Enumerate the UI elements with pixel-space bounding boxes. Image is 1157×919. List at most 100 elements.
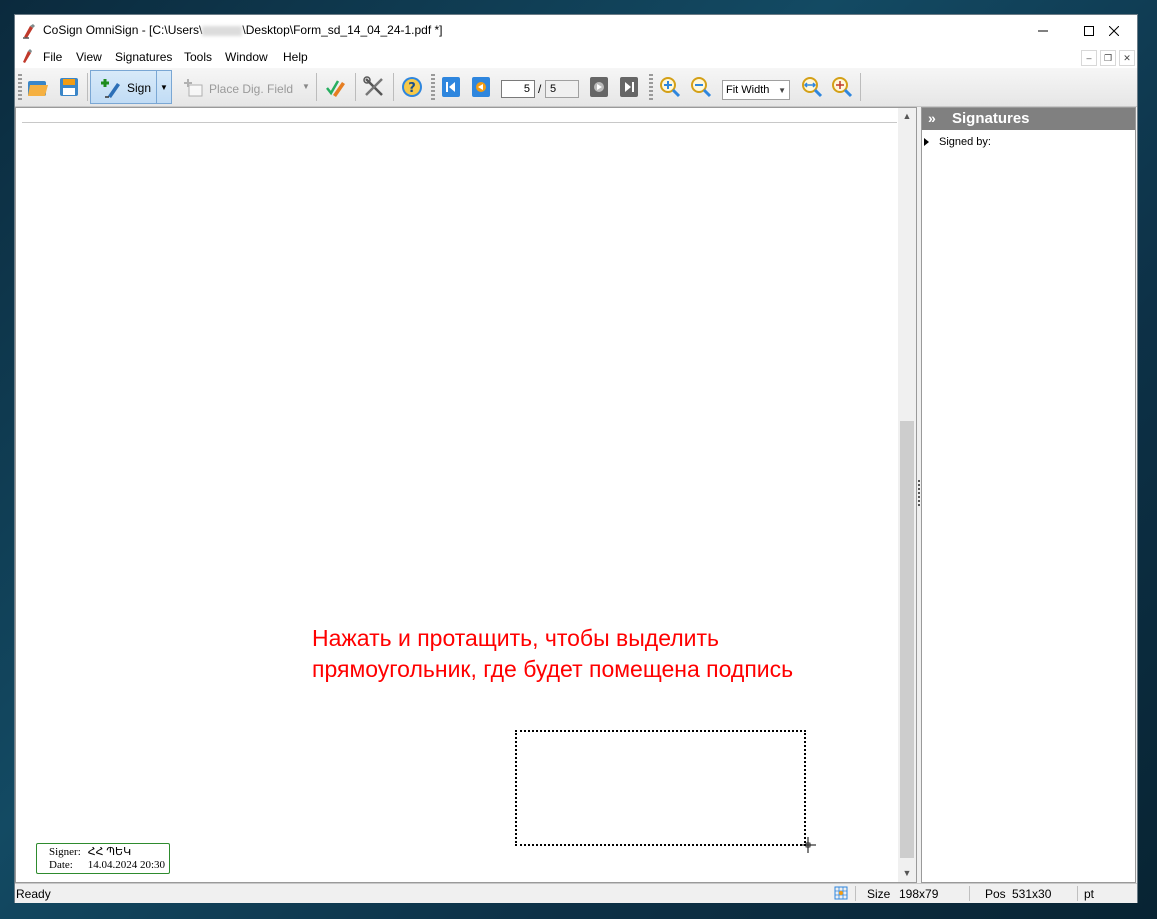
stamp-signer-line: Signer: ՀՀ ՊԵԿ [49,846,169,859]
scroll-up-icon[interactable]: ▲ [898,108,916,124]
mdi-minimize-icon: – [1086,53,1092,63]
title-bar: CoSign OmniSign - [C:\Users\ \Desktop\For… [15,15,1137,46]
sign-button[interactable]: Sign ▼ [90,70,172,104]
collapse-panel-icon[interactable]: » [928,110,936,126]
status-text: Ready [16,887,51,901]
scrollbar-thumb[interactable] [900,421,914,858]
tools-button[interactable] [359,72,389,102]
menu-view[interactable]: View [76,50,102,64]
toolbar: Sign ▼ Place Dig. Field ▼ ? 5 / 5 Fit Wi… [15,68,1137,107]
signature-stamp[interactable]: Signer: ՀՀ ՊԵԿ Date: 14.04.2024 20:30 [36,843,170,874]
scroll-down-icon[interactable]: ▼ [898,865,916,881]
first-page-icon [442,77,460,97]
app-window: CoSign OmniSign - [C:\Users\ \Desktop\For… [15,15,1137,903]
sign-button-label: Sign [127,81,152,95]
selection-rectangle[interactable] [515,730,806,846]
zoom-select[interactable]: Fit Width ▼ [722,80,790,100]
toolbar-grip[interactable] [649,74,653,102]
unit-label: pt [1084,887,1095,901]
last-page-button[interactable] [614,72,644,102]
vertical-scrollbar[interactable]: ▲ ▼ [898,108,916,882]
page-separator: / [538,82,542,96]
toolbar-separator [393,73,394,101]
menu-signatures[interactable]: Signatures [115,50,172,64]
pos-label: Pos [985,887,1006,901]
pdf-page[interactable]: Нажать и протащить, чтобы выделить прямо… [22,122,897,875]
prev-page-icon [472,77,490,97]
splitter-grip [918,480,920,508]
instruction-hint: Нажать и протащить, чтобы выделить прямо… [312,625,794,682]
help-button[interactable]: ? [397,72,427,102]
zoom-in-icon [660,77,681,98]
save-button[interactable] [54,72,84,102]
toolbar-grip[interactable] [18,74,22,102]
close-button[interactable] [1091,15,1137,46]
zoom-fit-width-button[interactable] [797,72,827,102]
zoom-custom-icon [832,77,853,98]
minimize-icon [1038,30,1048,31]
save-icon [60,78,78,96]
minimize-button[interactable] [1020,15,1066,46]
size-value: 198x79 [899,887,939,901]
document-app-icon [23,49,32,63]
redacted-username [202,25,243,36]
toolbar-grip[interactable] [431,74,435,102]
grid-icon [834,886,848,900]
open-file-button[interactable] [23,72,53,102]
place-field-icon [184,79,203,97]
chevron-down-icon: ▼ [160,82,168,92]
toolbar-separator [860,73,861,101]
prev-page-button[interactable] [466,72,496,102]
total-pages: 5 [545,80,579,98]
menu-window[interactable]: Window [225,50,268,64]
stamp-date-label: Date: [49,859,73,871]
toolbar-separator [87,73,88,101]
document-view[interactable]: Нажать и протащить, чтобы выделить прямо… [15,107,917,883]
next-page-button[interactable] [584,72,614,102]
zoom-in-button[interactable] [655,72,685,102]
zoom-fit-width-icon [802,77,823,98]
sign-dropdown-button[interactable]: ▼ [156,71,171,103]
toolbar-separator [316,73,317,101]
stamp-date-line: Date: 14.04.2024 20:30 [49,859,169,872]
zoom-out-button[interactable] [686,72,716,102]
menu-help[interactable]: Help [283,50,308,64]
menu-tools[interactable]: Tools [184,50,212,64]
place-field-label: Place Dig. Field [209,82,294,96]
mdi-close-icon: ✕ [1123,53,1131,63]
status-divider [855,886,856,901]
help-icon: ? [402,77,422,97]
zoom-out-icon [691,77,712,98]
zoom-custom-button[interactable] [827,72,857,102]
stamp-signer-value: ՀՀ ՊԵԿ [87,846,132,858]
menu-file[interactable]: File [43,50,62,64]
stamp-date-value: 14.04.2024 20:30 [87,859,166,871]
mdi-close-button[interactable]: ✕ [1119,50,1135,66]
title-suffix: \Desktop\Form_sd_14_04_24-1.pdf *] [242,23,443,37]
app-icon [23,24,35,39]
tools-icon [363,76,383,96]
open-file-icon [28,81,48,96]
place-field-dropdown-icon[interactable]: ▼ [302,82,310,91]
current-page-input[interactable] [501,80,535,98]
zoom-select-value: Fit Width [726,84,770,96]
expand-triangle-icon[interactable] [924,138,929,147]
mdi-minimize-button[interactable]: – [1081,50,1097,66]
title-prefix: CoSign OmniSign - [C:\Users\ [43,23,203,37]
next-page-icon [590,77,608,97]
stamp-signer-label: Signer: [49,846,81,858]
signatures-panel-title: Signatures [952,110,1030,127]
mdi-restore-button[interactable]: ❐ [1100,50,1116,66]
close-icon [1109,25,1119,36]
tree-item-label: Signed by: [939,136,991,148]
pos-value: 531x30 [1012,887,1052,901]
tree-item-signed-by[interactable]: Signed by: [924,136,991,148]
verify-button[interactable] [321,72,351,102]
mdi-restore-icon: ❐ [1103,53,1113,63]
crosshair-cursor-icon [800,837,816,853]
first-page-button[interactable] [436,72,466,102]
chevron-down-icon: ▼ [778,86,786,95]
place-field-button[interactable] [178,72,208,102]
status-bar: Ready Size 198x79 Pos 531x30 pt [15,883,1137,903]
signatures-panel-header: » Signatures [922,108,1135,130]
